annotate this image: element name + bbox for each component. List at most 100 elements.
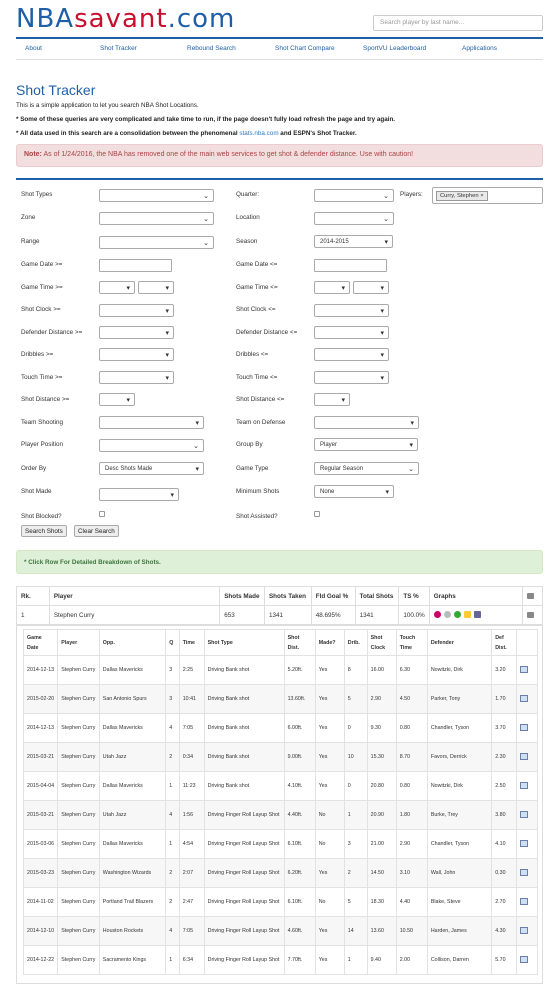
site-logo[interactable]: NBAsavant.com — [16, 4, 235, 34]
search-shots-button[interactable]: Search Shots — [21, 525, 67, 537]
dribbles-le-select[interactable]: ▾ — [314, 348, 389, 361]
col-quarter[interactable]: Q — [165, 629, 180, 656]
video-icon[interactable] — [520, 724, 529, 732]
col-touch-time[interactable]: Touch Time — [395, 629, 428, 656]
shot-types-select[interactable]: ⌄ — [99, 189, 214, 202]
order-by-select[interactable]: Desc Shots Made ▾ — [99, 462, 204, 475]
col-print[interactable] — [521, 586, 544, 606]
col-dribbles[interactable]: Drib. — [343, 629, 368, 656]
shot-made-select[interactable]: ▾ — [99, 488, 179, 501]
team-defense-select[interactable]: ▾ — [314, 416, 419, 429]
line-chart-icon[interactable] — [473, 611, 481, 619]
pie-chart-icon[interactable] — [443, 611, 451, 619]
game-date-ge-input[interactable] — [99, 259, 172, 272]
clear-search-button[interactable]: Clear Search — [74, 525, 119, 537]
video-icon[interactable] — [520, 811, 529, 819]
heatmap-icon[interactable] — [463, 611, 471, 619]
remove-tag-icon[interactable]: × — [480, 193, 483, 199]
stats-link[interactable]: stats.nba.com — [239, 130, 278, 137]
shot-chart-icon[interactable] — [433, 611, 441, 619]
nav-shot-chart-compare[interactable]: Shot Chart Compare — [275, 45, 335, 52]
video-icon[interactable] — [520, 695, 529, 703]
shot-assisted-checkbox[interactable] — [314, 511, 320, 517]
player-tag[interactable]: Curry, Stephen × — [436, 191, 488, 201]
table-row[interactable]: 2014-12-13 Stephen Curry Dallas Mavericks 4… — [22, 713, 538, 743]
table-row[interactable]: 2014-12-10 Stephen Curry Houston Rockets 4 7… — [22, 916, 538, 946]
video-icon[interactable] — [520, 956, 529, 964]
video-icon[interactable] — [520, 927, 529, 935]
col-ts-pct[interactable]: TS % — [398, 586, 430, 606]
shot-dist-le-select[interactable]: ▾ — [314, 393, 350, 406]
col-shot-dist[interactable]: Shot Dist. — [283, 629, 316, 656]
table-row[interactable]: 2014-11-02 Stephen Curry Portland Trail Bl… — [22, 887, 538, 917]
zone-chart-icon[interactable] — [453, 611, 461, 619]
nav-about[interactable]: About — [25, 45, 42, 52]
nav-rebound-search[interactable]: Rebound Search — [187, 45, 236, 52]
nav-applications[interactable]: Applications — [462, 45, 497, 52]
range-select[interactable]: ⌄ — [99, 236, 214, 249]
game-time-ge-min-select[interactable]: ▾ — [99, 281, 135, 294]
detail-breakdown-panel[interactable]: Game Date Player Opp. Q Time Shot Type S… — [16, 625, 543, 984]
players-multiselect[interactable]: Curry, Stephen × — [432, 187, 543, 204]
shot-clock-le-select[interactable]: ▾ — [314, 304, 389, 317]
col-game-date[interactable]: Game Date — [22, 629, 59, 656]
col-shots-made[interactable]: Shots Made — [219, 586, 265, 606]
group-by-select[interactable]: Player ▾ — [314, 438, 418, 451]
col-shots-taken[interactable]: Shots Taken — [263, 586, 312, 606]
video-icon[interactable] — [520, 666, 529, 674]
video-icon[interactable] — [520, 869, 529, 877]
col-opp[interactable]: Opp. — [98, 629, 167, 656]
video-icon[interactable] — [520, 782, 529, 790]
video-icon[interactable] — [520, 898, 529, 906]
game-time-le-min-select[interactable]: ▾ — [314, 281, 350, 294]
col-total-shots[interactable]: Total Shots — [354, 586, 400, 606]
nav-shot-tracker[interactable]: Shot Tracker — [100, 45, 137, 52]
col-shot-type[interactable]: Shot Type — [203, 629, 285, 656]
col-def-dist[interactable]: Def Dist. — [491, 629, 518, 656]
def-dist-ge-select[interactable]: ▾ — [99, 326, 174, 339]
touch-le-select[interactable]: ▾ — [314, 371, 389, 384]
min-shots-select[interactable]: None ▾ — [314, 485, 394, 498]
shot-dist-ge-select[interactable]: ▾ — [99, 393, 135, 406]
quarter-select[interactable]: ⌄ — [314, 189, 394, 202]
location-select[interactable]: ⌄ — [314, 212, 394, 225]
table-row[interactable]: 2015-03-06 Stephen Curry Dallas Mavericks 1… — [22, 829, 538, 859]
shot-clock-ge-select[interactable]: ▾ — [99, 304, 174, 317]
label-shot-clock-le: Shot Clock <= — [236, 306, 276, 313]
table-row[interactable]: 2014-12-13 Stephen Curry Dallas Mavericks 3… — [22, 655, 538, 685]
shot-blocked-checkbox[interactable] — [99, 511, 105, 517]
player-position-select[interactable]: ⌄ — [99, 439, 204, 452]
col-defender[interactable]: Defender — [426, 629, 493, 656]
table-row[interactable]: 2015-03-21 Stephen Curry Utah Jazz 2 0:34 Dri… — [22, 742, 538, 772]
video-icon[interactable] — [520, 753, 529, 761]
game-time-ge-sec-select[interactable]: ▾ — [138, 281, 174, 294]
game-time-le-sec-select[interactable]: ▾ — [353, 281, 389, 294]
table-row[interactable]: 1 Stephen Curry 653 1341 48.695% 1341 10… — [16, 605, 544, 625]
table-row[interactable]: 2015-03-23 Stephen Curry Washington Wizard… — [22, 858, 538, 888]
col-rank[interactable]: Rk. — [16, 586, 50, 606]
video-icon[interactable] — [520, 840, 529, 848]
team-shooting-select[interactable]: ▾ — [99, 416, 204, 429]
zone-select[interactable]: ⌄ — [99, 212, 214, 225]
col-player[interactable]: Player — [48, 586, 221, 606]
table-row[interactable]: 2015-03-21 Stephen Curry Utah Jazz 4 1:56 Dri… — [22, 800, 538, 830]
col-made[interactable]: Made? — [314, 629, 345, 656]
table-row[interactable]: 2015-02-20 Stephen Curry San Antonio Spurs… — [22, 684, 538, 714]
print-icon[interactable] — [526, 611, 534, 618]
nav-sportvu-leaderboard[interactable]: SportVU Leaderboard — [363, 45, 426, 52]
col-player[interactable]: Player — [57, 629, 100, 656]
table-row[interactable]: 2015-04-04 Stephen Curry Dallas Mavericks 1… — [22, 771, 538, 801]
print-icon[interactable] — [526, 592, 534, 599]
def-dist-le-select[interactable]: ▾ — [314, 326, 389, 339]
season-select[interactable]: 2014-2015 ▾ — [314, 235, 393, 248]
touch-ge-select[interactable]: ▾ — [99, 371, 174, 384]
cell-game-date: 2015-02-20 — [22, 684, 59, 714]
player-search-input[interactable]: Search player by last name... — [373, 15, 543, 31]
col-fg-pct[interactable]: Fld Goal % — [310, 586, 356, 606]
game-type-select[interactable]: Regular Season ⌄ — [314, 462, 419, 475]
dribbles-ge-select[interactable]: ▾ — [99, 348, 174, 361]
col-shot-clock[interactable]: Shot Clock — [366, 629, 397, 656]
col-time[interactable]: Time — [178, 629, 205, 656]
table-row[interactable]: 2014-12-22 Stephen Curry Sacramento Kings 1… — [22, 945, 538, 975]
game-date-le-input[interactable] — [314, 259, 387, 272]
